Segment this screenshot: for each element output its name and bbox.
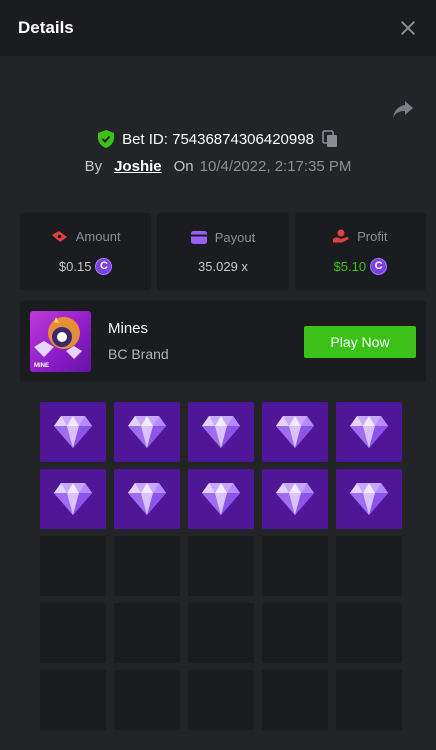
gem-icon — [54, 416, 92, 448]
hidden-tile[interactable] — [114, 603, 180, 663]
game-thumbnail[interactable]: MINE — [30, 311, 91, 372]
gem-icon — [128, 416, 166, 448]
shield-check-icon — [98, 130, 115, 148]
profit-icon — [333, 229, 349, 243]
coin-icon: C — [95, 257, 113, 275]
hidden-tile[interactable] — [336, 603, 402, 663]
copy-icon[interactable] — [322, 130, 338, 148]
amount-card: Amount $0.15 C — [20, 213, 152, 290]
amount-icon — [51, 230, 67, 242]
bet-date: 10/4/2022, 2:17:35 PM — [199, 158, 352, 175]
gem-icon — [276, 416, 314, 448]
by-label: By — [84, 158, 103, 175]
hidden-tile[interactable] — [114, 670, 180, 730]
hidden-tile[interactable] — [262, 603, 328, 663]
modal-title: Details — [18, 18, 74, 37]
gem-icon — [350, 416, 388, 448]
bet-id: Bet ID: 75436874306420998 — [122, 130, 314, 148]
hidden-tile[interactable] — [40, 536, 106, 596]
amount-label: Amount — [75, 228, 121, 244]
hidden-tile[interactable] — [114, 536, 180, 596]
gem-tile[interactable] — [188, 402, 254, 462]
thumb-label: MINE — [34, 363, 49, 369]
username-link[interactable]: Joshie — [114, 158, 162, 175]
gem-tile[interactable] — [40, 469, 106, 529]
gem-icon — [128, 483, 166, 515]
profit-card: Profit $5.10 C — [294, 213, 426, 290]
gem-tile[interactable] — [336, 402, 402, 462]
gem-icon — [202, 416, 240, 448]
gem-icon — [202, 483, 240, 515]
payout-card: Payout 35.029 x — [157, 213, 289, 290]
mines-board — [40, 402, 402, 730]
hidden-tile[interactable] — [188, 670, 254, 730]
wallet-icon — [190, 230, 207, 244]
profit-label: Profit — [357, 228, 388, 244]
share-icon[interactable] — [392, 100, 414, 120]
close-icon[interactable] — [398, 18, 418, 38]
gem-tile[interactable] — [40, 402, 106, 462]
game-card: MINE Mines BC Brand Play Now — [20, 301, 426, 382]
hidden-tile[interactable] — [188, 536, 254, 596]
coin-icon: C — [370, 257, 388, 275]
play-now-button[interactable]: Play Now — [304, 326, 416, 358]
hidden-tile[interactable] — [262, 670, 328, 730]
bet-id-row: Bet ID: 75436874306420998 — [0, 130, 436, 148]
gem-tile[interactable] — [114, 469, 180, 529]
on-label: On — [173, 158, 194, 175]
gem-tile[interactable] — [262, 469, 328, 529]
gem-icon — [350, 483, 388, 515]
hidden-tile[interactable] — [188, 603, 254, 663]
game-name: Mines — [108, 320, 149, 337]
modal-header: Details — [0, 0, 436, 56]
gem-tile[interactable] — [114, 402, 180, 462]
hidden-tile[interactable] — [262, 536, 328, 596]
bet-meta-row: By Joshie On 10/4/2022, 2:17:35 PM — [0, 158, 436, 175]
gem-icon — [276, 483, 314, 515]
gem-tile[interactable] — [262, 402, 328, 462]
hidden-tile[interactable] — [40, 670, 106, 730]
hidden-tile[interactable] — [40, 603, 106, 663]
payout-value: 35.029 x — [198, 258, 248, 274]
game-brand: BC Brand — [108, 346, 169, 362]
gem-tile[interactable] — [336, 469, 402, 529]
amount-value: $0.15 — [58, 258, 92, 274]
gem-icon — [54, 483, 92, 515]
profit-value: $5.10 — [333, 258, 367, 274]
gem-tile[interactable] — [188, 469, 254, 529]
hidden-tile[interactable] — [336, 536, 402, 596]
payout-label: Payout — [214, 229, 256, 245]
hidden-tile[interactable] — [336, 670, 402, 730]
bet-stats: Amount $0.15 C Payout 35.029 x Profit $5… — [20, 213, 426, 290]
